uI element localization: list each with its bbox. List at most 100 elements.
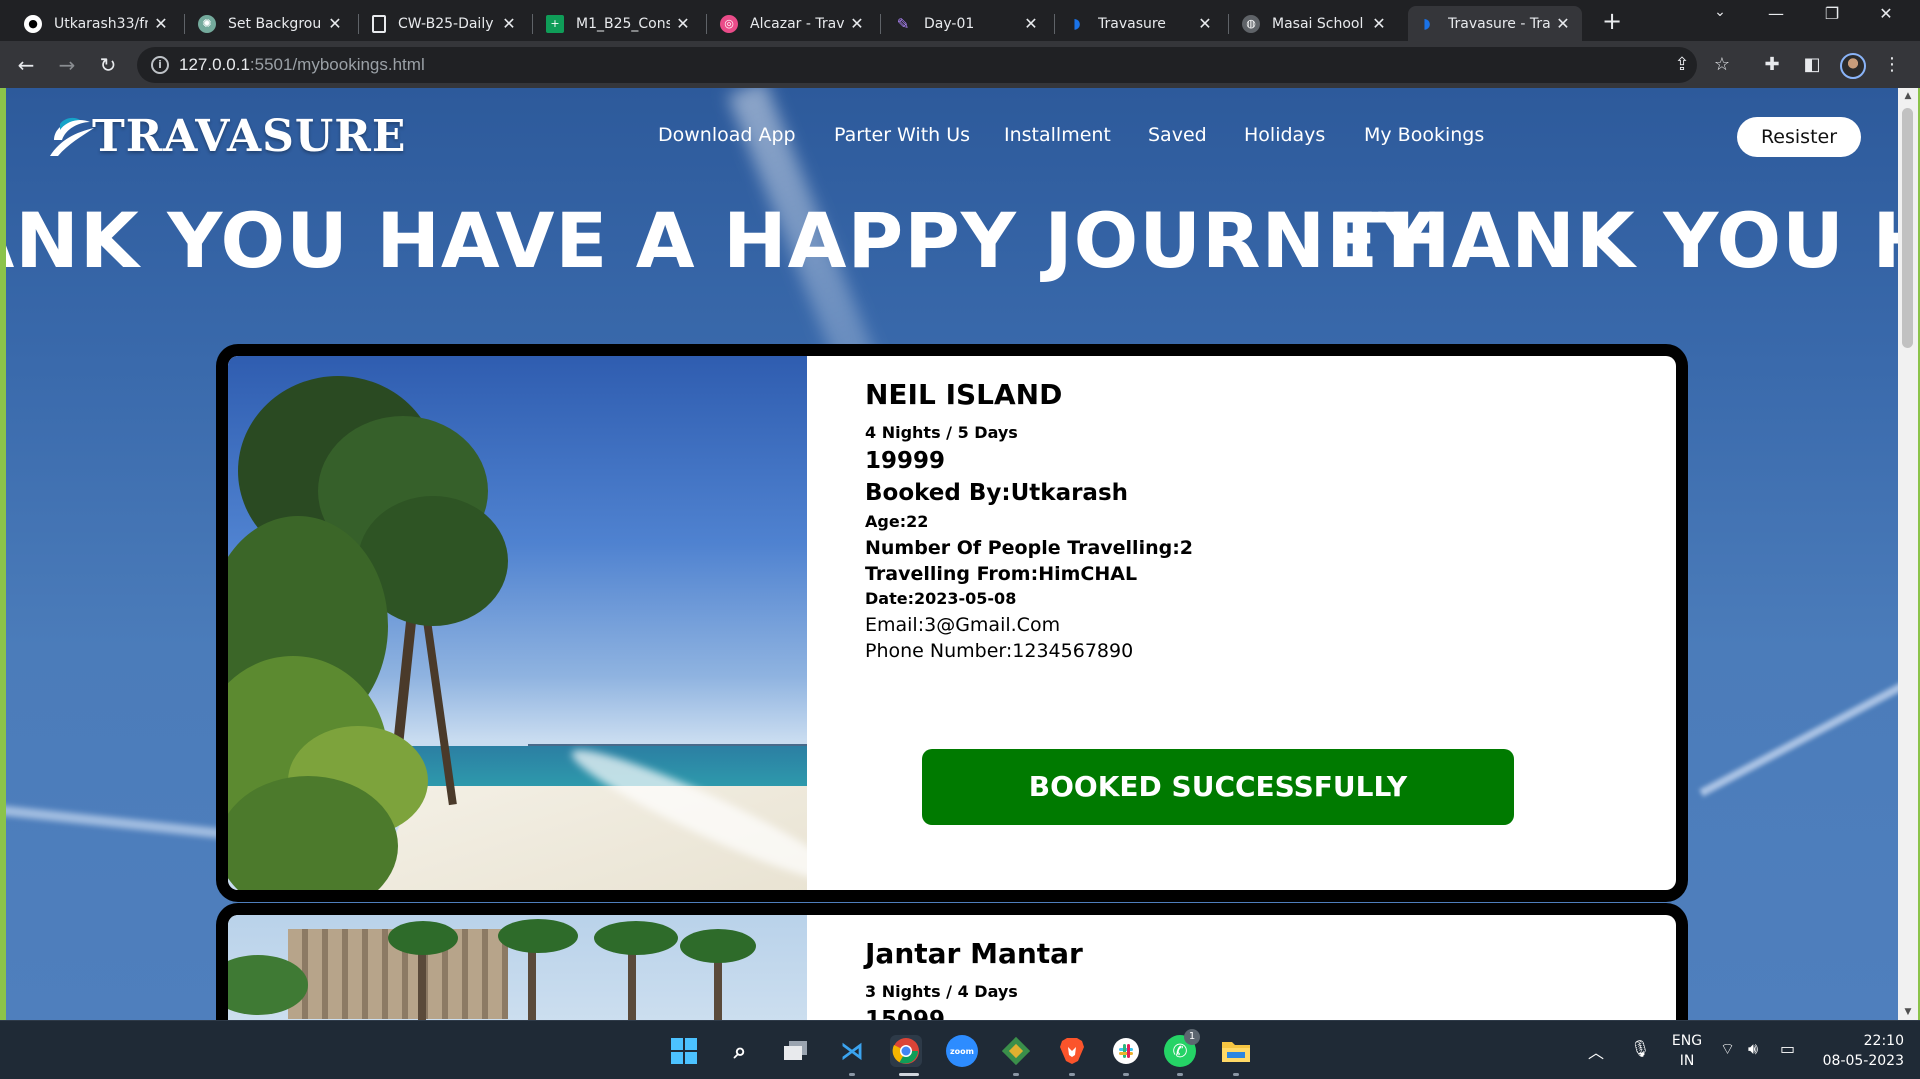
windows-taskbar: ⌕ ⋊ zoom ✆ 1 ︿ 🎙︎ ENG IN ⌔ 🔊︎ ▭ 22:10 08… bbox=[0, 1020, 1920, 1079]
close-tab-icon[interactable]: ✕ bbox=[152, 14, 170, 33]
people-count: Number Of People Travelling:2 bbox=[865, 537, 1194, 559]
close-tab-icon[interactable]: ✕ bbox=[1554, 14, 1572, 33]
task-view-icon[interactable] bbox=[780, 1035, 812, 1067]
browser-tab[interactable]: ✎ Day-01 ✕ bbox=[884, 6, 1050, 41]
restore-button[interactable]: ❐ bbox=[1812, 4, 1852, 23]
brand-name: TRAVASURE bbox=[92, 110, 407, 162]
booking-details: Jantar Mantar 3 Nights / 4 Days 15099 bbox=[807, 915, 1676, 1020]
running-indicator bbox=[1069, 1073, 1075, 1076]
input-language-indicator[interactable]: ENG IN bbox=[1670, 1031, 1704, 1071]
zoom-icon[interactable]: zoom bbox=[946, 1035, 978, 1067]
wifi-icon[interactable]: ⌔ bbox=[1720, 1039, 1735, 1059]
booked-successfully-button[interactable]: BOOKED SUCCESSFULLY bbox=[922, 749, 1514, 825]
new-tab-button[interactable]: + bbox=[1598, 8, 1626, 36]
nav-saved[interactable]: Saved bbox=[1148, 124, 1207, 146]
url-text: 127.0.0.1:5501/mybookings.html bbox=[179, 55, 425, 74]
running-indicator bbox=[1177, 1073, 1183, 1076]
close-tab-icon[interactable]: ✕ bbox=[674, 14, 692, 33]
tab-title: Masai School bbox=[1272, 15, 1364, 32]
notification-badge: 1 bbox=[1184, 1029, 1200, 1045]
contact-email: Email:3@Gmail.Com bbox=[865, 614, 1061, 636]
address-bar[interactable]: i 127.0.0.1:5501/mybookings.html bbox=[137, 47, 1697, 83]
nav-holidays[interactable]: Holidays bbox=[1244, 124, 1325, 146]
trip-duration: 3 Nights / 4 Days bbox=[865, 982, 1018, 1001]
browser-tab[interactable]: ◎ Alcazar - Trave ✕ bbox=[710, 6, 876, 41]
scrollbar-thumb[interactable] bbox=[1902, 108, 1913, 348]
tab-title: Alcazar - Trave bbox=[750, 15, 844, 32]
tab-search-icon[interactable]: ⌄ bbox=[1700, 4, 1740, 20]
booking-details: NEIL ISLAND 4 Nights / 5 Days 19999 Book… bbox=[807, 356, 1676, 890]
battery-icon[interactable]: ▭ bbox=[1780, 1039, 1795, 1058]
destination-title: NEIL ISLAND bbox=[865, 378, 1063, 411]
close-tab-icon[interactable]: ✕ bbox=[1022, 14, 1040, 33]
browser-tab[interactable]: + M1_B25_Cons ✕ bbox=[536, 6, 702, 41]
browser-tab-strip: ● Utkarash33/fr ✕ ✺ Set Backgroun ✕ CW-B… bbox=[0, 0, 1920, 41]
register-button[interactable]: Resister bbox=[1737, 117, 1861, 157]
file-explorer-icon[interactable] bbox=[1220, 1035, 1252, 1067]
slack-icon[interactable] bbox=[1110, 1035, 1142, 1067]
git-tool-icon[interactable] bbox=[1000, 1035, 1032, 1067]
reload-icon[interactable]: ↻ bbox=[94, 51, 122, 79]
page-scrollbar[interactable]: ▲ ▼ bbox=[1898, 88, 1918, 1020]
travelling-from: Travelling From:HimCHAL bbox=[865, 563, 1138, 585]
nav-my-bookings[interactable]: My Bookings bbox=[1364, 124, 1484, 146]
search-icon[interactable]: ⌕ bbox=[724, 1035, 756, 1067]
destination-title: Jantar Mantar bbox=[865, 937, 1083, 970]
side-panel-icon[interactable]: ◧ bbox=[1798, 51, 1826, 79]
nav-partner-with-us[interactable]: Parter With Us bbox=[834, 124, 970, 146]
menu-kebab-icon[interactable]: ⋮ bbox=[1878, 51, 1906, 79]
close-tab-icon[interactable]: ✕ bbox=[1370, 14, 1388, 33]
scroll-up-arrow-icon[interactable]: ▲ bbox=[1898, 88, 1918, 104]
windows-start-icon[interactable] bbox=[668, 1035, 700, 1067]
booking-card: NEIL ISLAND 4 Nights / 5 Days 19999 Book… bbox=[216, 344, 1688, 902]
booking-date: Date:2023-05-08 bbox=[865, 589, 1017, 608]
trip-duration: 4 Nights / 5 Days bbox=[865, 423, 1018, 442]
tab-divider bbox=[532, 14, 533, 34]
travasure-logo-icon bbox=[50, 117, 94, 156]
close-tab-icon[interactable]: ✕ bbox=[500, 14, 518, 33]
extensions-puzzle-icon[interactable]: ✚ bbox=[1758, 51, 1786, 79]
nav-download-app[interactable]: Download App bbox=[658, 124, 796, 146]
browser-tab[interactable]: CW-B25-Daily ✕ bbox=[362, 6, 528, 41]
running-indicator bbox=[1233, 1073, 1239, 1076]
close-tab-icon[interactable]: ✕ bbox=[1196, 14, 1214, 33]
browser-tab-active[interactable]: ◗ Travasure - Tra ✕ bbox=[1408, 6, 1582, 41]
back-arrow-icon[interactable]: ← bbox=[12, 51, 40, 79]
browser-toolbar: ← → ↻ i 127.0.0.1:5501/mybookings.html ⇪… bbox=[0, 41, 1920, 88]
bookmark-star-icon[interactable]: ☆ bbox=[1708, 51, 1736, 79]
trip-price: 19999 bbox=[865, 448, 946, 474]
volume-icon[interactable]: 🔊︎ bbox=[1748, 1039, 1758, 1059]
page-viewport: TRAVASURE Download App Parter With Us In… bbox=[6, 88, 1902, 1020]
contact-phone: Phone Number:1234567890 bbox=[865, 640, 1134, 662]
microphone-icon[interactable]: 🎙︎ bbox=[1630, 1039, 1650, 1058]
tab-divider bbox=[880, 14, 881, 34]
close-window-button[interactable]: ✕ bbox=[1866, 4, 1906, 23]
vscode-icon[interactable]: ⋊ bbox=[836, 1035, 868, 1067]
system-clock[interactable]: 22:10 08-05-2023 bbox=[1818, 1031, 1904, 1071]
brave-icon[interactable] bbox=[1056, 1035, 1088, 1067]
running-indicator bbox=[1123, 1073, 1129, 1076]
site-logo[interactable]: TRAVASURE bbox=[46, 110, 406, 162]
chrome-icon[interactable] bbox=[890, 1035, 922, 1067]
tab-divider bbox=[1228, 14, 1229, 34]
browser-tab[interactable]: ● Utkarash33/fr ✕ bbox=[14, 6, 180, 41]
document-icon bbox=[372, 14, 386, 33]
scroll-down-arrow-icon[interactable]: ▼ bbox=[1898, 1004, 1918, 1020]
nav-installment[interactable]: Installment bbox=[1004, 124, 1111, 146]
close-tab-icon[interactable]: ✕ bbox=[848, 14, 866, 33]
close-tab-icon[interactable]: ✕ bbox=[326, 14, 344, 33]
browser-tab[interactable]: ◗ Travasure ✕ bbox=[1058, 6, 1224, 41]
minimize-button[interactable]: — bbox=[1756, 4, 1796, 23]
site-info-icon[interactable]: i bbox=[151, 56, 169, 74]
tab-divider bbox=[358, 14, 359, 34]
show-hidden-icons-chevron-icon[interactable]: ︿ bbox=[1588, 1039, 1604, 1063]
browser-tab[interactable]: ✺ Set Backgroun ✕ bbox=[188, 6, 354, 41]
browser-tab[interactable]: ◍ Masai School ✕ bbox=[1232, 6, 1398, 41]
share-icon[interactable]: ⇪ bbox=[1668, 51, 1696, 79]
active-indicator bbox=[899, 1073, 919, 1076]
tab-title: Set Backgroun bbox=[228, 15, 322, 32]
profile-avatar[interactable] bbox=[1840, 53, 1866, 79]
forward-arrow-icon[interactable]: → bbox=[53, 51, 81, 79]
tab-title: Utkarash33/fr bbox=[54, 15, 148, 32]
tab-title: Travasure bbox=[1098, 15, 1166, 32]
